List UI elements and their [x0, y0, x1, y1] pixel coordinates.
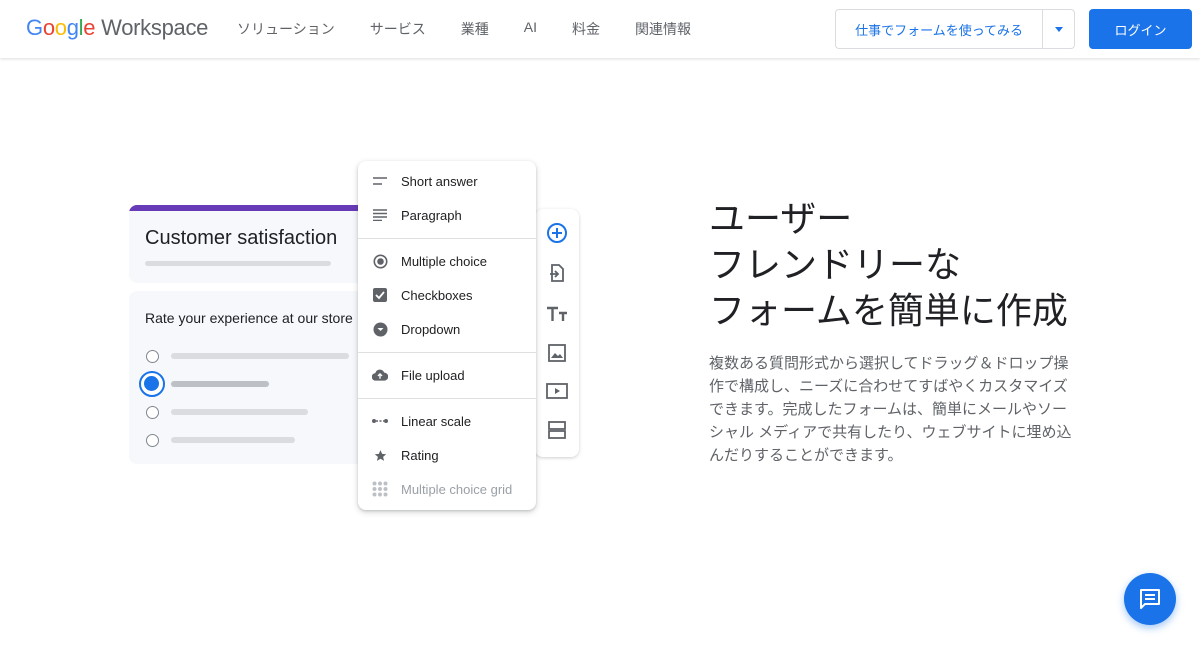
logo-letter: o — [54, 15, 67, 40]
chat-button[interactable] — [1124, 573, 1176, 625]
logo-workspace-text: Workspace — [101, 15, 209, 40]
option-placeholder — [171, 353, 349, 359]
form-header-bar — [129, 205, 369, 211]
try-forms-button[interactable]: 仕事でフォームを使ってみる — [836, 10, 1042, 48]
hero-headline-line: フォームを簡単に作成 — [709, 290, 1068, 331]
star-icon — [372, 447, 388, 463]
import-questions-icon[interactable] — [545, 261, 569, 285]
menu-item-rating[interactable]: Rating — [358, 438, 536, 472]
menu-item-label: Rating — [401, 447, 439, 463]
main-nav: ソリューション サービス 業種 AI 料金 関連情報 — [237, 19, 726, 39]
chat-icon — [1140, 589, 1160, 609]
checkbox-icon — [372, 287, 388, 303]
question-text: Rate your experience at our store — [145, 310, 353, 326]
option-placeholder — [171, 437, 295, 443]
form-side-toolbar — [535, 209, 579, 457]
add-video-icon[interactable] — [545, 379, 569, 403]
menu-item-label: Multiple choice — [401, 253, 487, 269]
form-title: Customer satisfaction — [145, 227, 338, 249]
question-type-menu: Short answer Paragraph Multiple choice C… — [358, 161, 536, 510]
radio-option — [146, 434, 159, 447]
logo-letter: e — [83, 15, 96, 40]
try-forms-dropdown-button[interactable] — [1042, 10, 1074, 48]
menu-item-label: Checkboxes — [401, 287, 473, 303]
add-image-icon[interactable] — [545, 341, 569, 365]
hero-headline: ユーザー フレンドリーな フォームを簡単に作成 — [709, 196, 1068, 334]
menu-divider — [358, 352, 536, 353]
paragraph-icon — [372, 207, 388, 223]
nav-item-industries[interactable]: 業種 — [461, 19, 489, 39]
radio-option — [146, 350, 159, 363]
add-section-icon[interactable] — [545, 418, 569, 442]
radio-button-icon — [372, 253, 388, 269]
short-answer-icon — [372, 173, 388, 189]
hero-description: 複数ある質問形式から選択してドラッグ＆ドロップ操作で構成し、ニーズに合わせてすば… — [709, 355, 1072, 464]
nav-item-solutions[interactable]: ソリューション — [237, 19, 335, 39]
hero-headline-line: ユーザー — [709, 198, 853, 239]
menu-item-label: Dropdown — [401, 321, 461, 337]
menu-item-label: Short answer — [401, 173, 478, 189]
menu-item-file-upload[interactable]: File upload — [358, 358, 536, 392]
logo-letter: g — [66, 15, 79, 40]
caret-down-icon — [1054, 26, 1063, 32]
form-description-placeholder — [145, 261, 331, 266]
menu-item-checkboxes[interactable]: Checkboxes — [358, 278, 536, 312]
menu-item-multiple-choice-grid[interactable]: Multiple choice grid — [358, 472, 536, 506]
form-title-card: Customer satisfaction — [129, 205, 369, 283]
menu-item-label: File upload — [401, 367, 465, 383]
cloud-upload-icon — [372, 367, 388, 383]
add-question-icon[interactable] — [545, 221, 569, 245]
option-placeholder — [171, 409, 308, 415]
add-title-icon[interactable] — [545, 302, 569, 326]
radio-option — [146, 406, 159, 419]
question-card: Rate your experience at our store — [129, 291, 369, 464]
try-forms-split-button: 仕事でフォームを使ってみる — [835, 9, 1075, 49]
menu-item-label: Linear scale — [401, 413, 472, 429]
menu-divider — [358, 398, 536, 399]
nav-item-resources[interactable]: 関連情報 — [635, 19, 691, 39]
dropdown-icon — [372, 321, 388, 337]
site-header: Google Workspace ソリューション サービス 業種 AI 料金 関… — [0, 0, 1200, 58]
option-placeholder — [171, 381, 269, 387]
nav-item-services[interactable]: サービス — [370, 19, 426, 39]
logo-letter: G — [26, 15, 43, 40]
menu-item-paragraph[interactable]: Paragraph — [358, 198, 536, 232]
logo-letter: o — [42, 15, 55, 40]
nav-item-pricing[interactable]: 料金 — [572, 19, 600, 39]
login-button[interactable]: ログイン — [1089, 9, 1192, 49]
menu-item-short-answer[interactable]: Short answer — [358, 164, 536, 198]
hero-headline-line: フレンドリーな — [709, 244, 962, 285]
google-workspace-logo[interactable]: Google Workspace — [26, 15, 208, 45]
menu-item-label: Paragraph — [401, 207, 462, 223]
menu-item-linear-scale[interactable]: Linear scale — [358, 404, 536, 438]
grid-icon — [372, 481, 388, 497]
nav-item-ai[interactable]: AI — [524, 19, 537, 39]
menu-item-multiple-choice[interactable]: Multiple choice — [358, 244, 536, 278]
menu-item-dropdown[interactable]: Dropdown — [358, 312, 536, 346]
menu-item-label: Multiple choice grid — [401, 481, 513, 497]
menu-divider — [358, 238, 536, 239]
linear-scale-icon — [372, 413, 388, 429]
radio-option-selected — [139, 371, 165, 397]
